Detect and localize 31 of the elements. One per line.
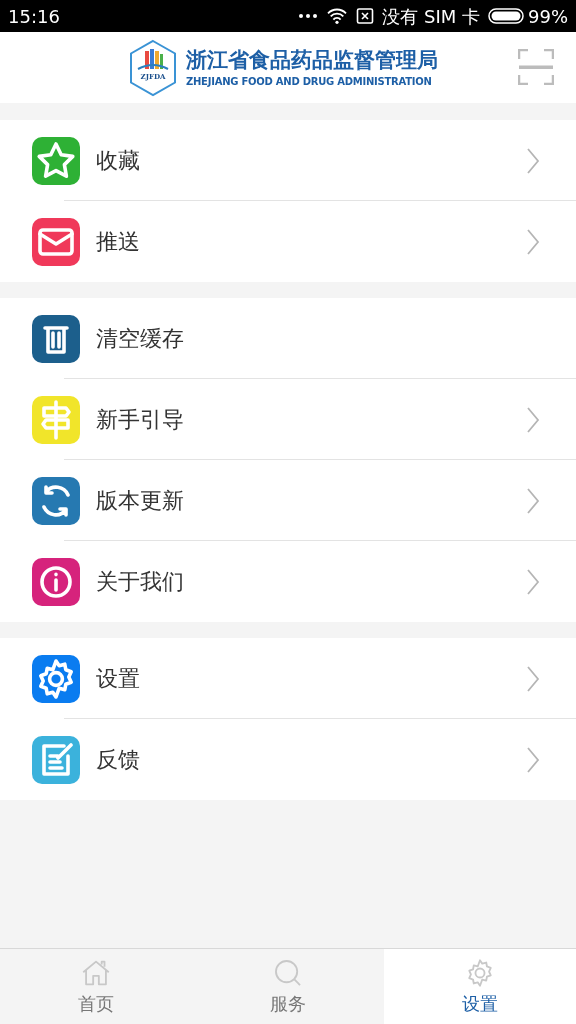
menu-item-label: 反馈: [96, 746, 140, 774]
menu-item-label: 推送: [96, 228, 140, 256]
menu-item[interactable]: 新手引导: [0, 379, 576, 460]
menu-item[interactable]: 版本更新: [0, 460, 576, 541]
header-subtitle: ZHEJIANG FOOD AND DRUG ADMINISTRATION: [186, 75, 433, 89]
battery-icon: [488, 8, 524, 24]
menu-item-label: 版本更新: [96, 487, 184, 515]
menu-item-label: 清空缓存: [96, 325, 184, 353]
carrier-text: 没有 SIM 卡: [382, 4, 480, 29]
more-icon: [298, 13, 319, 19]
tab-label: 首页: [78, 992, 114, 1016]
battery-percent: 99%: [528, 4, 568, 29]
tab[interactable]: 设置: [384, 949, 576, 1024]
menu-item-label: 新手引导: [96, 406, 184, 434]
tab-label: 设置: [462, 992, 498, 1016]
menu-item[interactable]: 关于我们: [0, 541, 576, 622]
no-sim-icon: [356, 7, 375, 25]
menu-item[interactable]: 收藏: [0, 120, 576, 201]
menu-item-label: 设置: [96, 665, 140, 693]
menu-item[interactable]: 清空缓存: [0, 298, 576, 379]
menu-item[interactable]: 推送: [0, 201, 576, 282]
menu-item[interactable]: 反馈: [0, 719, 576, 800]
menu-item-label: 收藏: [96, 147, 140, 175]
menu-item[interactable]: 设置: [0, 638, 576, 719]
status-time: 15:16: [8, 4, 60, 29]
scan-icon[interactable]: [518, 49, 554, 85]
tab-label: 服务: [270, 992, 306, 1016]
wifi-icon: [326, 7, 349, 25]
header-title: 浙江省食品药品监督管理局: [186, 47, 438, 74]
menu-item-label: 关于我们: [96, 568, 184, 596]
logo-emblem: [128, 38, 178, 97]
